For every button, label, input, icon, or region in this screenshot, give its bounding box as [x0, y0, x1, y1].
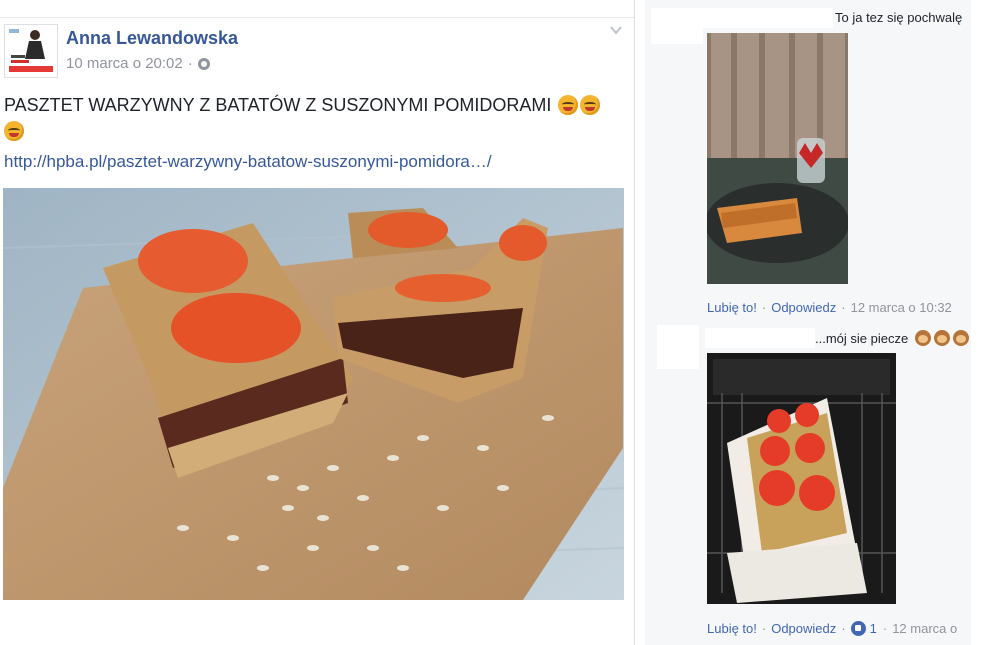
- comment-photo[interactable]: [707, 353, 896, 604]
- comment-time[interactable]: 12 marca o: [892, 621, 957, 636]
- commenter-avatar[interactable]: [657, 325, 699, 369]
- reply-link[interactable]: Odpowiedz: [771, 300, 836, 315]
- comment-text: ...mój sie piecze: [815, 331, 909, 346]
- yum-emoji-icon: [558, 95, 579, 115]
- monkey-emoji-icon: [914, 330, 931, 346]
- comment-time[interactable]: 12 marca o 10:32: [851, 300, 952, 315]
- yum-emoji-icon: [4, 121, 24, 141]
- monkey-emoji-icon: [933, 330, 950, 346]
- post-text: PASZTET WARZYWNY Z BATATÓW Z SUSZONYMI P…: [4, 95, 552, 115]
- divider: [0, 17, 634, 18]
- reaction-count[interactable]: 1: [870, 621, 877, 636]
- post-meta: 10 marca o 20:02 ·: [66, 55, 210, 72]
- post-message: PASZTET WARZYWNY Z BATATÓW Z SUSZONYMI P…: [4, 92, 624, 144]
- like-reaction-icon[interactable]: [850, 621, 866, 636]
- comments-panel: To ja tez się pochwalę Lubię to! · Odpow…: [645, 0, 971, 645]
- author-name[interactable]: Anna Lewandowska: [66, 28, 238, 49]
- post-photo[interactable]: [3, 188, 624, 600]
- chevron-down-icon[interactable]: [610, 25, 622, 35]
- comment-actions: Lubię to! · Odpowiedz · 12 marca o 10:32: [707, 300, 952, 315]
- monkey-emoji-icon: [952, 330, 969, 346]
- page-gutter: [971, 0, 983, 645]
- yum-emoji-icon: [580, 95, 601, 115]
- comment-text: To ja tez się pochwalę: [835, 10, 963, 25]
- meta-separator: ·: [187, 55, 193, 72]
- commenter-name[interactable]: [703, 8, 833, 28]
- post-link[interactable]: http://hpba.pl/pasztet-warzywny-batatow-…: [4, 152, 492, 172]
- commenter-avatar[interactable]: [651, 8, 703, 44]
- post-card: Anna Lewandowska 10 marca o 20:02 · PASZ…: [0, 0, 635, 645]
- post-timestamp[interactable]: 10 marca o 20:02: [66, 55, 183, 72]
- like-link[interactable]: Lubię to!: [707, 621, 757, 636]
- commenter-name[interactable]: [705, 328, 815, 348]
- author-avatar[interactable]: [4, 24, 58, 78]
- like-link[interactable]: Lubię to!: [707, 300, 757, 315]
- comment-text-row: ...mój sie piecze: [815, 330, 969, 346]
- comment-actions: Lubię to! · Odpowiedz · 1 · 12 marca o: [707, 621, 958, 636]
- reply-link[interactable]: Odpowiedz: [771, 621, 836, 636]
- comment-photo[interactable]: [707, 33, 848, 284]
- globe-icon: [197, 57, 210, 70]
